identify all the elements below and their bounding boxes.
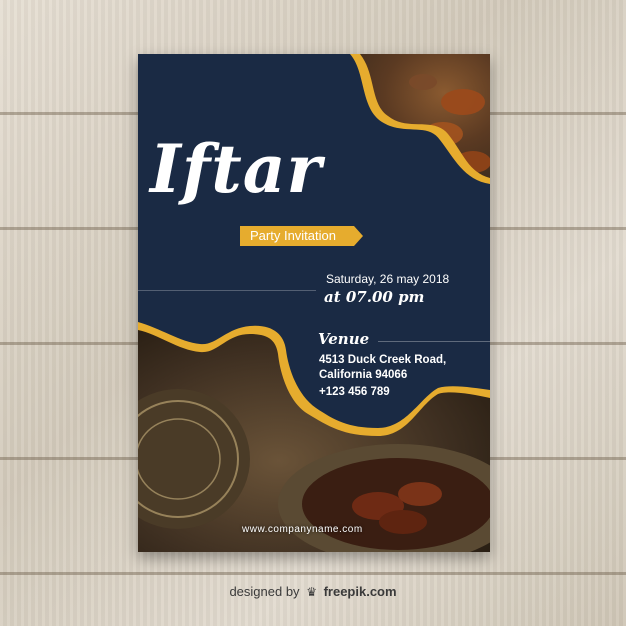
venue-divider	[378, 341, 490, 342]
credit-prefix: designed by	[229, 584, 300, 599]
flyer-artwork	[138, 54, 490, 552]
event-date: Saturday, 26 may 2018	[326, 272, 450, 286]
phone-number: +123 456 789	[319, 386, 390, 398]
venue-heading: Venue	[318, 330, 370, 348]
designer-credit: designed by ♛ freepik.com	[0, 584, 626, 599]
divider-line	[138, 290, 316, 291]
address-line-2: California 94066	[319, 369, 408, 381]
event-title: Iftar	[150, 130, 323, 208]
website-url: www.companyname.com	[242, 524, 363, 535]
crown-icon: ♛	[306, 585, 317, 599]
subtitle-ribbon: Party Invitation	[240, 226, 363, 246]
invitation-flyer: Iftar Party Invitation Saturday, 26 may …	[138, 54, 490, 552]
event-time: at 07.00 pm	[324, 288, 425, 306]
address-line-1: 4513 Duck Creek Road,	[319, 354, 447, 366]
credit-brand[interactable]: freepik.com	[324, 584, 397, 599]
